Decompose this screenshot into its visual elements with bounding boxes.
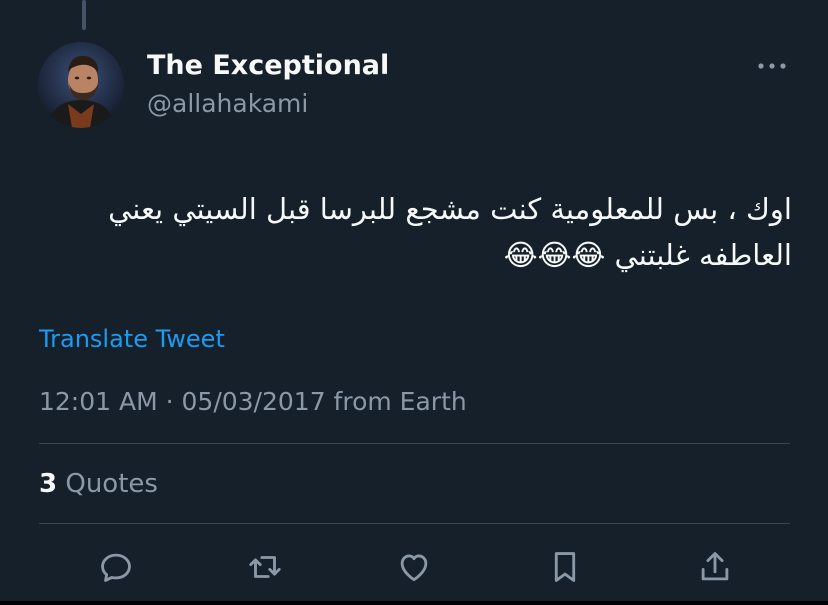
- bottom-edge-bar: [0, 601, 828, 605]
- quotes-label: Quotes: [65, 469, 158, 499]
- author-handle[interactable]: @allahakami: [147, 89, 308, 118]
- reply-button[interactable]: [94, 545, 138, 589]
- thread-connector-line: [82, 0, 86, 30]
- divider-top: [39, 443, 790, 444]
- quotes-stat[interactable]: 3 Quotes: [39, 469, 158, 499]
- reply-icon: [101, 553, 131, 582]
- profile-photo-icon: [38, 42, 124, 128]
- tweet-text-line-2: العاطفه غلبتني 😂😂😂: [503, 238, 792, 272]
- retweet-button[interactable]: [243, 545, 287, 589]
- share-icon: [701, 552, 729, 581]
- share-button[interactable]: [693, 545, 737, 589]
- quotes-count: 3: [39, 469, 58, 499]
- tweet-text: اوك ، بس للمعلومية كنت مشجع للبرسا قبل ا…: [40, 186, 792, 278]
- bookmark-icon: [554, 552, 576, 582]
- divider-bottom: [39, 523, 790, 524]
- like-icon: [400, 554, 428, 582]
- more-options-icon[interactable]: [752, 56, 792, 76]
- tweet-text-line-1: اوك ، بس للمعلومية كنت مشجع للبرسا قبل ا…: [108, 192, 792, 226]
- tweet-timestamp[interactable]: 12:01 AM · 05/03/2017 from Earth: [39, 387, 467, 416]
- avatar[interactable]: [38, 42, 124, 128]
- like-button[interactable]: [392, 545, 436, 589]
- bookmark-button[interactable]: [543, 545, 587, 589]
- retweet-icon: [249, 556, 281, 578]
- translate-tweet-link[interactable]: Translate Tweet: [39, 325, 225, 353]
- author-name[interactable]: The Exceptional: [147, 50, 389, 81]
